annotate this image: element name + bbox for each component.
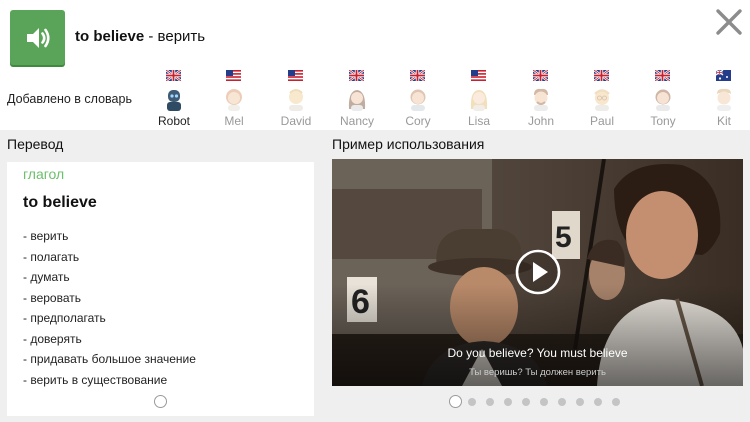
voice-tony[interactable]: Tony xyxy=(637,68,689,130)
close-icon[interactable] xyxy=(713,6,745,38)
voice-cory[interactable]: Cory xyxy=(392,68,444,130)
example-panel-title: Пример использования xyxy=(332,136,485,152)
content-area: Перевод глагол to believe - верить - пола… xyxy=(0,130,750,422)
voice-name: Nancy xyxy=(339,114,374,128)
voice-john[interactable]: John xyxy=(515,68,567,130)
avatar-john-icon xyxy=(534,88,548,111)
flag-uk-icon xyxy=(410,70,425,81)
voice-name: Paul xyxy=(589,114,615,128)
voice-mel[interactable]: Mel xyxy=(208,68,260,130)
subtitle-english: Do you believe? You must believe xyxy=(447,346,628,360)
pager-dot[interactable] xyxy=(486,397,494,406)
voice-nancy[interactable]: Nancy xyxy=(331,68,383,130)
pager-dot[interactable] xyxy=(468,397,476,406)
pager-dot-active[interactable] xyxy=(154,395,167,408)
voice-robot[interactable]: Robot xyxy=(148,68,200,130)
avatar-robot-icon xyxy=(167,90,181,111)
flag-us-icon xyxy=(288,70,303,81)
pager-dot[interactable] xyxy=(558,397,566,406)
voice-name: Kit xyxy=(716,114,731,128)
voice-name: John xyxy=(527,114,555,128)
voice-name: Cory xyxy=(405,114,431,128)
pager-dot[interactable] xyxy=(540,397,548,406)
meaning-item: - веровать xyxy=(23,290,81,305)
flag-uk-icon xyxy=(594,70,609,81)
avatar-lisa-icon xyxy=(470,90,488,111)
flag-uk-icon xyxy=(533,70,548,81)
flag-uk-icon xyxy=(166,70,181,81)
meaning-item: - доверять xyxy=(23,331,82,346)
avatar-tony-icon xyxy=(655,89,671,111)
avatar-david-icon xyxy=(289,89,303,111)
voice-paul[interactable]: Paul xyxy=(576,68,628,130)
voice-lisa[interactable]: Lisa xyxy=(453,68,505,130)
translation-card: глагол to believe - верить - полагать - ду… xyxy=(7,162,314,416)
play-icon[interactable] xyxy=(515,249,561,295)
voice-name: Mel xyxy=(224,114,244,128)
meaning-item: - верить в существование xyxy=(23,372,168,387)
word-translation: to believe - верить xyxy=(75,28,205,45)
voice-name: Lisa xyxy=(467,114,490,128)
meaning-item: - верить xyxy=(23,229,69,243)
pager-dot[interactable] xyxy=(504,397,512,406)
example-video[interactable]: 6 5 Do you believe? You must believe Ты … xyxy=(332,159,743,386)
flag-uk-icon xyxy=(655,70,670,81)
voice-david[interactable]: David xyxy=(270,68,322,130)
avatar-kit-icon xyxy=(717,88,731,111)
flag-us-icon xyxy=(226,70,241,81)
speaker-icon xyxy=(26,27,50,48)
example-pager xyxy=(449,395,630,408)
voice-kit[interactable]: Kit xyxy=(698,68,750,130)
headword: to believe xyxy=(23,194,97,211)
translation-pager xyxy=(154,395,167,413)
header-area: to believe - верить Добавлено в словарь … xyxy=(0,0,750,130)
flag-au-icon xyxy=(716,70,731,81)
flag-us-icon xyxy=(471,70,486,81)
pager-dot[interactable] xyxy=(522,397,530,406)
pager-dot-active[interactable] xyxy=(449,395,462,408)
added-to-dictionary-label: Добавлено в словарь xyxy=(7,92,132,106)
part-of-speech: глагол xyxy=(23,166,65,182)
avatar-paul-icon xyxy=(594,89,610,111)
meaning-item: - предполагать xyxy=(23,311,106,325)
avatar-nancy-icon xyxy=(348,90,366,111)
flag-uk-icon xyxy=(349,70,364,81)
meaning-item: - придавать большое значение xyxy=(23,352,196,366)
avatar-cory-icon xyxy=(410,89,426,111)
play-sound-button[interactable] xyxy=(10,10,65,65)
meaning-item: - думать xyxy=(23,270,70,284)
pager-dot[interactable] xyxy=(576,397,584,406)
translation-panel-title: Перевод xyxy=(7,136,64,152)
pager-dot[interactable] xyxy=(612,397,620,406)
pager-dot[interactable] xyxy=(594,397,602,406)
word-translation-text: верить xyxy=(157,28,206,45)
word: to believe xyxy=(75,28,145,45)
voice-name: Tony xyxy=(650,114,676,128)
separator: - xyxy=(144,28,158,45)
voice-name: Robot xyxy=(157,114,191,128)
voice-selector: Robot Mel David Nancy Cory Lisa John Paul Tony Ki… xyxy=(148,68,750,130)
avatar-mel-icon xyxy=(226,89,242,111)
voice-name: David xyxy=(280,114,312,128)
meanings-list: - верить - полагать - думать - веровать - пр… xyxy=(23,226,196,390)
subtitle-russian: Ты веришь? Ты должен верить xyxy=(469,367,606,378)
meaning-item: - полагать xyxy=(23,249,80,264)
